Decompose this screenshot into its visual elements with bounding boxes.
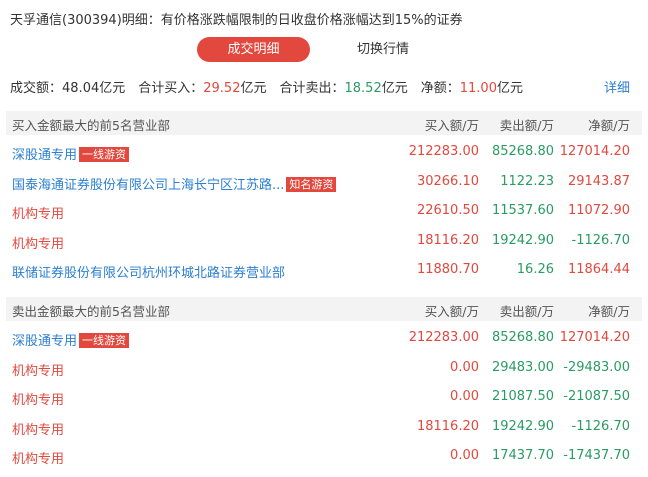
sell-amount: 19242.90 xyxy=(491,418,554,434)
col-sell-header: 卖出额/万 xyxy=(499,304,554,319)
sell-amount: 29483.00 xyxy=(491,359,554,375)
summary-bar: 成交额：48.04亿元 合计买入：29.52亿元 合计卖出：18.52亿元 净额：11… xyxy=(10,77,523,96)
table-row[interactable]: 深股通专用 一线游资 212283.00 85268.80 127014.20 xyxy=(6,324,642,353)
sell-amount: 19242.90 xyxy=(491,232,554,248)
buy-amount: 212283.00 xyxy=(408,144,479,159)
net-amount: 127014.20 xyxy=(559,144,630,159)
branch-name[interactable]: 深股通专用 一线游资 xyxy=(12,330,130,349)
sell-amount: 16.26 xyxy=(516,262,554,277)
branch-name-text: 机构专用 xyxy=(12,236,65,252)
branch-name-text: 深股通专用 xyxy=(12,148,78,163)
trader-tag-badge: 一线游资 xyxy=(79,147,130,162)
branch-name-text: 机构专用 xyxy=(12,422,65,438)
buy-amount: 0.00 xyxy=(450,359,479,375)
buy-total-label: 合计买入： xyxy=(138,81,204,96)
buy-amount: 18116.20 xyxy=(416,418,479,434)
branch-name-text: 机构专用 xyxy=(12,207,65,222)
sell-total-unit: 亿元 xyxy=(381,81,408,96)
table-row[interactable]: 机构专用 22610.50 11537.60 11072.90 xyxy=(6,197,642,226)
sell-amount: 21087.50 xyxy=(491,389,554,404)
sell-amount: 17437.70 xyxy=(491,448,554,463)
buy-section-title: 买入金额最大的前5名营业部 xyxy=(12,118,170,133)
branch-name[interactable]: 机构专用 xyxy=(12,203,64,222)
table-row[interactable]: 国泰海通证券股份有限公司上海长宁区江苏路... 知名游资 30266.10 1122.… xyxy=(6,168,642,197)
trader-tag-badge: 一线游资 xyxy=(79,333,130,348)
net-amount: -1126.70 xyxy=(571,418,630,434)
sell-total-value: 18.52 xyxy=(344,81,382,96)
table-row[interactable]: 机构专用 18116.20 19242.90 -1126.70 xyxy=(6,227,642,256)
sell-section-header: 卖出金额最大的前5名营业部 买入额/万 卖出额/万 净额/万 xyxy=(6,297,642,321)
col-buy-header: 买入额/万 xyxy=(424,304,479,319)
trader-tag-badge: 知名游资 xyxy=(286,176,337,192)
buy-amount: 30266.10 xyxy=(416,173,479,189)
tab-bar: 成交明细 切换行情 xyxy=(0,37,648,63)
net-value: 11.00 xyxy=(459,81,497,96)
buy-amount: 0.00 xyxy=(450,389,479,404)
branch-name-text: 机构专用 xyxy=(12,452,65,467)
buy-total-value: 29.52 xyxy=(203,81,241,96)
table-row[interactable]: 机构专用 0.00 29483.00 -29483.00 xyxy=(6,354,642,383)
net-unit: 亿元 xyxy=(496,81,523,96)
branch-name[interactable]: 机构专用 xyxy=(12,360,64,379)
col-net-header: 净额/万 xyxy=(588,118,630,133)
sell-amount: 85268.80 xyxy=(491,330,554,345)
branch-name-text: 机构专用 xyxy=(12,393,65,408)
table-row[interactable]: 机构专用 0.00 21087.50 -21087.50 xyxy=(6,383,642,412)
branch-name-text: 国泰海通证券股份有限公司上海长宁区江苏路... xyxy=(12,177,285,193)
net-amount: -1126.70 xyxy=(571,232,630,248)
buy-amount: 22610.50 xyxy=(416,203,479,218)
sell-amount: 11537.60 xyxy=(491,203,554,218)
buy-amount: 11880.70 xyxy=(416,262,479,277)
net-amount: 11864.44 xyxy=(567,262,630,277)
sell-amount: 85268.80 xyxy=(491,144,554,159)
buy-section-header: 买入金额最大的前5名营业部 买入额/万 卖出额/万 净额/万 xyxy=(6,111,642,135)
net-amount: -29483.00 xyxy=(563,359,630,375)
branch-name[interactable]: 深股通专用 一线游资 xyxy=(12,144,130,163)
net-amount: 127014.20 xyxy=(559,330,630,345)
buy-amount: 0.00 xyxy=(450,448,479,463)
volume-value: 48.04亿元 xyxy=(62,81,126,96)
page-title: 天孚通信(300394)明细：有价格涨跌幅限制的日收盘价格涨幅达到15%的证券 xyxy=(10,13,463,28)
col-buy-header: 买入额/万 xyxy=(424,118,479,133)
buy-amount: 18116.20 xyxy=(416,232,479,248)
tab-switch-quote[interactable]: 切换行情 xyxy=(357,37,409,62)
col-net-header: 净额/万 xyxy=(588,304,630,319)
sell-total-label: 合计卖出： xyxy=(279,81,345,96)
table-row[interactable]: 深股通专用 一线游资 212283.00 85268.80 127014.20 xyxy=(6,138,642,167)
volume-label: 成交额： xyxy=(10,81,63,96)
branch-name[interactable]: 机构专用 xyxy=(12,389,64,408)
tab-trade-detail[interactable]: 成交明细 xyxy=(197,37,310,62)
table-row[interactable]: 机构专用 18116.20 19242.90 -1126.70 xyxy=(6,413,642,442)
net-label: 净额： xyxy=(420,81,460,96)
branch-name[interactable]: 联储证券股份有限公司杭州环城北路证券营业部 xyxy=(12,262,285,281)
table-row[interactable]: 联储证券股份有限公司杭州环城北路证券营业部 11880.70 16.26 11864.… xyxy=(6,256,642,285)
net-amount: -21087.50 xyxy=(563,389,630,404)
detail-link[interactable]: 详细 xyxy=(604,77,630,96)
net-amount: 29143.87 xyxy=(567,173,630,189)
branch-name[interactable]: 国泰海通证券股份有限公司上海长宁区江苏路... 知名游资 xyxy=(12,174,337,193)
col-sell-header: 卖出额/万 xyxy=(499,118,554,133)
net-amount: 11072.90 xyxy=(567,203,630,218)
buy-amount: 212283.00 xyxy=(408,330,479,345)
sell-amount: 1122.23 xyxy=(500,173,554,189)
sell-section-title: 卖出金额最大的前5名营业部 xyxy=(12,304,170,319)
branch-name-text: 深股通专用 xyxy=(12,334,78,349)
buy-total-unit: 亿元 xyxy=(240,81,267,96)
table-row[interactable]: 机构专用 0.00 17437.70 -17437.70 xyxy=(6,442,642,471)
branch-name[interactable]: 机构专用 xyxy=(12,419,64,438)
net-amount: -17437.70 xyxy=(563,448,630,463)
branch-name-text: 联储证券股份有限公司杭州环城北路证券营业部 xyxy=(12,266,286,281)
branch-name-text: 机构专用 xyxy=(12,363,65,379)
branch-name[interactable]: 机构专用 xyxy=(12,233,64,252)
branch-name[interactable]: 机构专用 xyxy=(12,448,64,467)
